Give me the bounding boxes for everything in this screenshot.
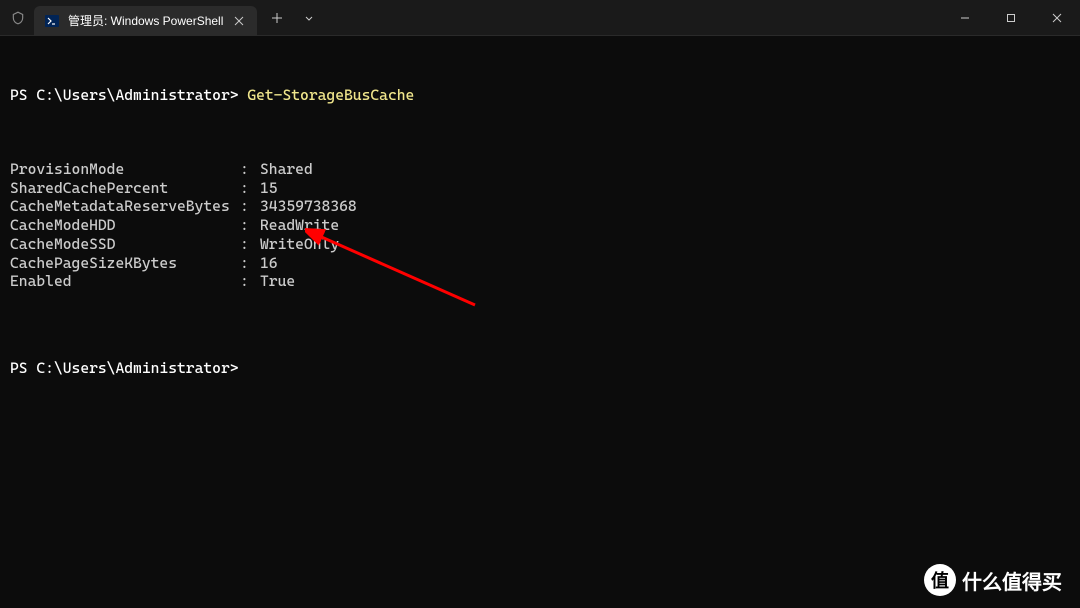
tab-close-button[interactable] [231,13,247,29]
command-text: Get-StorageBusCache [247,86,414,104]
output-key: Enabled [10,272,240,291]
prompt-path: PS C:\Users\Administrator> [10,359,239,377]
watermark-badge: 值 [924,564,956,596]
output-value: True [260,272,1070,291]
tab-title: 管理员: Windows PowerShell [68,12,223,29]
output-separator: : [240,160,260,179]
output-value: 16 [260,254,1070,273]
output-value: ReadWrite [260,216,1070,235]
output-value: WriteOnly [260,235,1070,254]
output-row: CacheModeSSD: WriteOnly [10,235,1070,254]
output-key: CacheMetadataReserveBytes [10,197,240,216]
output-value: Shared [260,160,1070,179]
watermark-text: 什么值得买 [962,566,1062,595]
new-tab-button[interactable] [261,3,293,33]
output-row: ProvisionMode: Shared [10,160,1070,179]
output-value: 15 [260,179,1070,198]
minimize-button[interactable] [942,0,988,35]
output-row: Enabled: True [10,272,1070,291]
prompt-path: PS C:\Users\Administrator> [10,86,247,104]
window-controls [942,0,1080,35]
output-row: CacheMetadataReserveBytes: 34359738368 [10,197,1070,216]
output-separator: : [240,216,260,235]
prompt-line-2: PS C:\Users\Administrator> [10,359,1070,378]
terminal-content[interactable]: PS C:\Users\Administrator> Get-StorageBu… [0,36,1080,410]
output-separator: : [240,254,260,273]
close-button[interactable] [1034,0,1080,35]
output-key: CachePageSizeKBytes [10,254,240,273]
output-key: ProvisionMode [10,160,240,179]
output-separator: : [240,197,260,216]
output-separator: : [240,272,260,291]
output-row: SharedCachePercent: 15 [10,179,1070,198]
command-output: ProvisionMode: SharedSharedCachePercent:… [10,160,1070,291]
window-titlebar: 管理员: Windows PowerShell [0,0,1080,36]
tab-dropdown-button[interactable] [293,3,325,33]
tabs-area: 管理员: Windows PowerShell [0,0,325,35]
output-row: CacheModeHDD: ReadWrite [10,216,1070,235]
shield-icon [10,10,26,26]
output-key: CacheModeSSD [10,235,240,254]
watermark: 值 什么值得买 [924,564,1062,596]
prompt-line-1: PS C:\Users\Administrator> Get-StorageBu… [10,86,1070,105]
output-row: CachePageSizeKBytes: 16 [10,254,1070,273]
output-key: CacheModeHDD [10,216,240,235]
output-key: SharedCachePercent [10,179,240,198]
maximize-button[interactable] [988,0,1034,35]
output-value: 34359738368 [260,197,1070,216]
output-separator: : [240,179,260,198]
output-separator: : [240,235,260,254]
terminal-tab[interactable]: 管理员: Windows PowerShell [34,6,257,36]
powershell-icon [44,13,60,29]
